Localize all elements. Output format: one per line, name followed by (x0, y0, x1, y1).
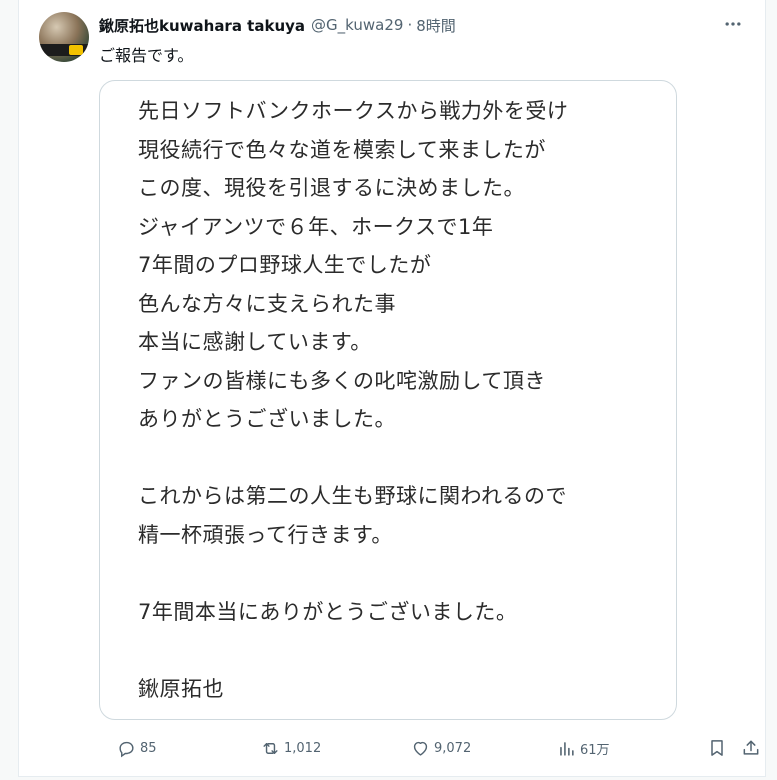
more-options-button[interactable] (721, 12, 745, 36)
author-handle[interactable]: @G_kuwa29 (311, 16, 403, 34)
image-text-line: これからは第二の人生も野球に関われるので (138, 484, 567, 508)
action-bar: 85 1,012 9,072 61万 (99, 734, 759, 762)
image-text-line: 鍬原拓也 (138, 676, 224, 701)
image-text-line: 本当に感謝しています。 (138, 330, 372, 354)
reply-count: 85 (140, 740, 157, 756)
image-text-line: 精一杯頑張って行きます。 (138, 522, 393, 547)
repost-count: 1,012 (284, 740, 322, 756)
author-avatar[interactable] (39, 12, 89, 62)
post-time[interactable]: 8時間 (416, 15, 456, 36)
image-text-lines: 先日ソフトバンクホークスから戦力外を受け 現役続行で色々な道を模索して来ましたがこ… (138, 92, 568, 708)
reply-button[interactable]: 85 (117, 734, 157, 762)
share-icon (743, 740, 759, 755)
heart-icon (413, 741, 428, 756)
bookmark-button[interactable] (703, 734, 731, 762)
image-text-line: 現役続行で色々な道を模索して来ましたが (138, 137, 546, 162)
repost-icon (263, 742, 278, 754)
attached-image[interactable]: 先日ソフトバンクホークスから戦力外を受け 現役続行で色々な道を模索して来ましたがこ… (99, 80, 677, 720)
image-text-line: 7年間本当にありがとうございました。 (138, 599, 518, 624)
more-horizontal-icon (725, 22, 741, 26)
views-chart-icon (560, 741, 574, 756)
share-button[interactable] (737, 734, 765, 762)
repost-button[interactable]: 1,012 (261, 734, 321, 762)
reply-icon (119, 741, 134, 757)
meta-separator: · (407, 16, 413, 34)
avatar-badge (69, 45, 83, 55)
image-text-line (138, 439, 568, 478)
image-text-line: 先日ソフトバンクホークスから戦力外を受け (138, 99, 569, 123)
tweet-header: 鍬原拓也kuwahara takuya @G_kuwa29 · 8時間 (99, 14, 456, 36)
views-button[interactable]: 61万 (557, 734, 610, 762)
image-text-line (138, 631, 568, 670)
tweet-text: ご報告です。 (99, 46, 194, 65)
author-name[interactable]: 鍬原拓也kuwahara takuya (99, 15, 305, 36)
image-text-line: ありがとうございました。 (138, 407, 396, 431)
image-text-line: ジャイアンツで６年、ホークスで1年 (138, 214, 494, 239)
image-text-line: 7年間のプロ野球人生でしたが (138, 253, 432, 277)
views-count: 61万 (580, 742, 610, 758)
image-text-line: この度、現役を引退するに決めました。 (138, 176, 525, 200)
bookmark-icon (711, 740, 723, 756)
tweet-card: 鍬原拓也kuwahara takuya @G_kuwa29 · 8時間 ご報告で… (18, 0, 766, 777)
image-text-line: 色んな方々に支えられた事 (138, 291, 396, 316)
like-count: 9,072 (434, 740, 472, 756)
image-text-line: ファンの皆様にも多くの叱咤激励して頂き (138, 368, 546, 393)
like-button[interactable]: 9,072 (411, 734, 471, 762)
image-text-line (138, 554, 568, 593)
